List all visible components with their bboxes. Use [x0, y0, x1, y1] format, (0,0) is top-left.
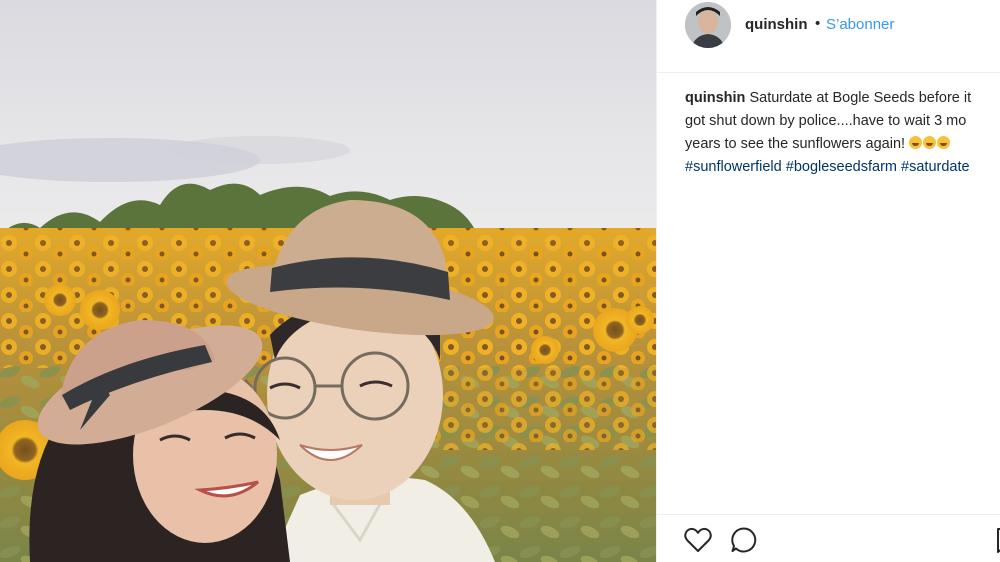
emoji-icon: [937, 136, 951, 149]
post-header: quinshin • S’abonner: [657, 0, 1000, 73]
hashtag-link[interactable]: #bogleseedsfarm: [786, 159, 897, 175]
save-button[interactable]: [993, 525, 1000, 555]
caption-text-2: got shut down by police....have to wait …: [685, 113, 967, 129]
post-details-panel: quinshin • S’abonner quinshin Saturdate …: [656, 0, 1000, 562]
bookmark-icon: [997, 528, 1000, 553]
caption-username[interactable]: quinshin: [685, 90, 745, 106]
caption-line-1: quinshin Saturdate at Bogle Seeds before…: [685, 87, 1000, 110]
caption-hashtags: #sunflowerfield #bogleseedsfarm #saturda…: [685, 156, 1000, 179]
post-photo[interactable]: [0, 0, 656, 562]
hashtag-link[interactable]: #sunflowerfield: [685, 159, 782, 175]
caption-text-3: years to see the sunflowers again!: [685, 136, 906, 152]
profile-photo: [685, 2, 731, 48]
hashtag-link[interactable]: #saturdate: [901, 159, 970, 175]
username-link[interactable]: quinshin: [745, 16, 808, 33]
comment-icon: [731, 527, 757, 553]
separator-dot: •: [815, 15, 821, 32]
caption-text-1: Saturdate at Bogle Seeds before it: [749, 90, 972, 106]
avatar[interactable]: [685, 2, 731, 48]
sunflower-selfie-image: [0, 0, 656, 562]
like-button[interactable]: [683, 525, 713, 555]
emoji-icon: [923, 136, 937, 149]
emoji-icon: [909, 136, 923, 149]
caption-line-2: got shut down by police....have to wait …: [685, 110, 1000, 133]
post-caption: quinshin Saturdate at Bogle Seeds before…: [685, 87, 1000, 179]
heart-icon: [684, 527, 712, 552]
follow-button[interactable]: S’abonner: [826, 16, 894, 33]
post-actions-bar: [657, 514, 1000, 562]
caption-line-3: years to see the sunflowers again!: [685, 133, 1000, 156]
comment-button[interactable]: [729, 525, 759, 555]
